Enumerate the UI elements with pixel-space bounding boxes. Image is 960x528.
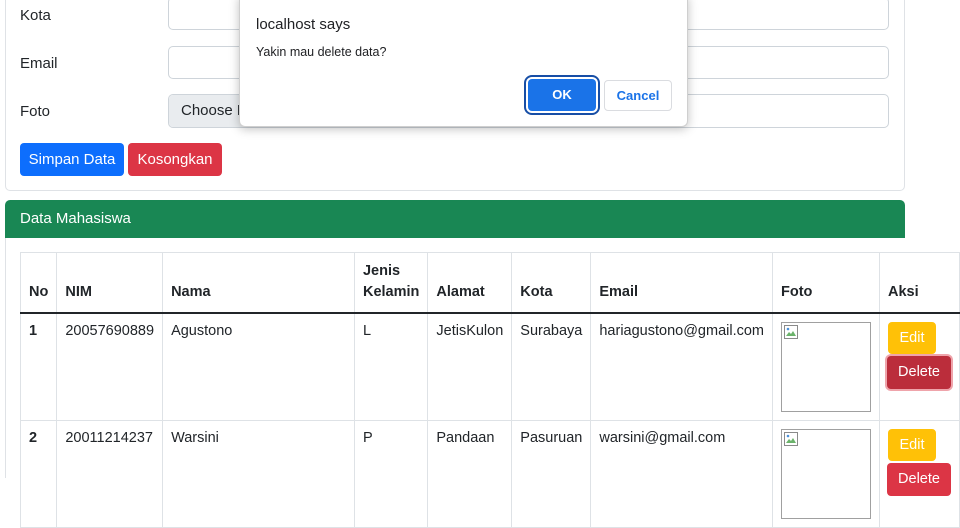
col-nim: NIM: [56, 252, 164, 314]
broken-image-icon: [784, 432, 798, 446]
col-no: No: [19, 252, 58, 314]
col-kota: Kota: [511, 252, 592, 314]
cell-nim: 20011214237: [56, 420, 164, 528]
data-card-header: Data Mahasiswa: [5, 200, 905, 238]
cell-no: 2: [19, 420, 58, 528]
table-row: 2 20011214237 Warsini P Pandaan Pasuruan…: [19, 420, 960, 528]
delete-button[interactable]: Delete: [887, 356, 951, 389]
delete-button[interactable]: Delete: [887, 463, 951, 496]
cell-nama: Warsini: [162, 420, 355, 528]
cell-aksi: Edit Delete: [879, 420, 960, 528]
photo-placeholder: [781, 322, 871, 412]
col-foto: Foto: [772, 252, 880, 314]
email-label: Email: [20, 55, 58, 72]
table-row: 1 20057690889 Agustono L JetisKulon Sura…: [19, 312, 960, 421]
cell-foto: [772, 312, 880, 421]
col-email: Email: [590, 252, 773, 314]
cell-aksi: Edit Delete: [879, 312, 960, 421]
cell-kota: Surabaya: [511, 312, 592, 421]
cell-kota: Pasuruan: [511, 420, 592, 528]
ok-button[interactable]: OK: [528, 79, 596, 111]
cancel-button[interactable]: Cancel: [604, 80, 672, 111]
cell-no: 1: [19, 312, 58, 421]
photo-placeholder: [781, 429, 871, 519]
col-nama: Nama: [162, 252, 355, 314]
col-alamat: Alamat: [427, 252, 513, 314]
table-header-row: No NIM Nama Jenis Kelamin Alamat Kota Em…: [19, 252, 960, 314]
edit-button[interactable]: Edit: [888, 322, 936, 354]
cell-alamat: Pandaan: [427, 420, 513, 528]
cell-jenis-kelamin: P: [353, 420, 429, 528]
cell-foto: [772, 420, 880, 528]
cell-nama: Agustono: [162, 312, 355, 421]
col-aksi: Aksi: [879, 252, 960, 314]
save-button[interactable]: Simpan Data: [20, 143, 124, 176]
clear-button[interactable]: Kosongkan: [128, 143, 222, 176]
cell-nim: 20057690889: [56, 312, 164, 421]
dialog-title: localhost says: [256, 16, 351, 33]
dialog-message: Yakin mau delete data?: [256, 45, 387, 59]
cell-email: warsini@gmail.com: [590, 420, 773, 528]
cell-alamat: JetisKulon: [427, 312, 513, 421]
edit-button[interactable]: Edit: [888, 429, 936, 461]
cell-email: hariagustono@gmail.com: [590, 312, 773, 421]
broken-image-icon: [784, 325, 798, 339]
kota-label: Kota: [20, 7, 51, 24]
foto-label: Foto: [20, 103, 51, 120]
col-jenis-kelamin: Jenis Kelamin: [353, 252, 429, 314]
confirm-dialog: localhost says Yakin mau delete data? OK…: [239, 0, 688, 127]
cell-jenis-kelamin: L: [353, 312, 429, 421]
students-table: No NIM Nama Jenis Kelamin Alamat Kota Em…: [19, 252, 960, 528]
